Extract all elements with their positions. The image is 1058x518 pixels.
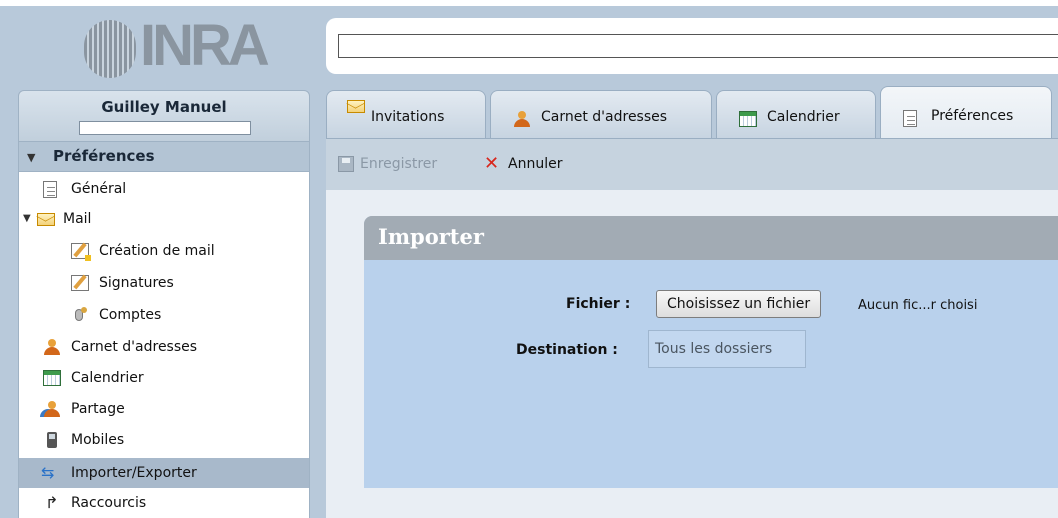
module-tabs: Invitations Carnet d'adresses Calendrier… (322, 86, 1058, 138)
cancel-button[interactable]: ✕ Annuler (484, 153, 584, 175)
sidebar-item-label: Général (71, 181, 127, 197)
sidebar-item-label: Partage (71, 401, 125, 417)
tab-label: Carnet d'adresses (541, 109, 668, 125)
tab-label: Préférences (931, 108, 1014, 124)
sidebar-item-mail[interactable]: ▼ Mail (19, 204, 309, 234)
sidebar-item-label: Mail (63, 211, 92, 227)
sidebar-item-compose[interactable]: Création de mail (19, 236, 309, 266)
tab-label: Calendrier (767, 109, 840, 125)
tab-address-book[interactable]: Carnet d'adresses (490, 90, 712, 138)
mail-icon (37, 213, 55, 226)
sidebar-item-label: Comptes (99, 307, 162, 323)
collapse-triangle-icon[interactable]: ▼ (27, 151, 35, 164)
import-panel-header: Importer (364, 216, 1058, 260)
document-icon (903, 110, 917, 127)
save-label: Enregistrer (360, 156, 438, 172)
sidebar-item-share[interactable]: Partage (19, 394, 309, 424)
sidebar-item-accounts[interactable]: Comptes (19, 300, 309, 330)
toolbar: Enregistrer ✕ Annuler (326, 138, 1058, 190)
logo-text: INRA (140, 13, 270, 78)
sidebar-item-shortcuts[interactable]: ↱ Raccourcis (19, 488, 309, 518)
import-panel: Importer Fichier : Choisissez un fichier… (364, 216, 1058, 488)
tab-label: Invitations (371, 109, 445, 125)
address-book-icon (43, 339, 61, 355)
document-icon (43, 181, 57, 198)
sidebar-item-address-book[interactable]: Carnet d'adresses (19, 332, 309, 362)
sidebar-item-mobiles[interactable]: Mobiles (19, 425, 309, 455)
logo-area: INRA (18, 6, 310, 86)
tab-preferences[interactable]: Préférences (880, 86, 1052, 138)
calendar-icon (739, 111, 757, 127)
sidebar-item-label: Création de mail (99, 243, 215, 259)
sidebar-item-general[interactable]: Général (19, 174, 309, 204)
sidebar-item-signatures[interactable]: Signatures (19, 268, 309, 298)
share-icon (41, 401, 60, 417)
accounts-icon (71, 307, 89, 323)
address-book-icon (513, 111, 531, 127)
file-status-text: Aucun fic...r choisi (858, 298, 978, 313)
sidebar-item-label: Mobiles (71, 432, 125, 448)
sidebar-item-label: Signatures (99, 275, 174, 291)
sidebar-section-header[interactable]: ▼ Préférences (19, 142, 309, 172)
destination-label: Destination : (516, 342, 618, 358)
choose-file-button[interactable]: Choisissez un fichier (656, 290, 822, 318)
import-panel-title: Importer (378, 224, 484, 249)
save-button[interactable]: Enregistrer (338, 153, 468, 175)
tab-calendar[interactable]: Calendrier (716, 90, 876, 138)
sidebar-item-calendar[interactable]: Calendrier (19, 363, 309, 393)
cancel-icon: ✕ (484, 153, 500, 174)
sidebar-item-label: Carnet d'adresses (71, 339, 198, 355)
inra-logo: INRA (84, 13, 270, 80)
search-input[interactable] (338, 34, 1058, 58)
sidebar-item-label: Importer/Exporter (71, 465, 197, 481)
main-content: Importer Fichier : Choisissez un fichier… (326, 190, 1058, 518)
expand-triangle-icon[interactable]: ▼ (23, 204, 31, 234)
mobile-icon (47, 432, 57, 448)
save-icon (338, 156, 354, 172)
sidebar-item-label: Raccourcis (71, 495, 147, 511)
user-name: Guilley Manuel (101, 98, 227, 116)
app-window: INRA Guilley Manuel ▼ Préférences Généra… (0, 0, 1058, 518)
user-box: Guilley Manuel (18, 90, 310, 142)
import-export-icon: ⇆ (41, 463, 55, 482)
cancel-label: Annuler (508, 156, 563, 172)
signature-icon (71, 275, 89, 291)
sidebar: ▼ Préférences Général ▼ Mail Création de… (18, 142, 310, 518)
sidebar-item-label: Calendrier (71, 370, 144, 386)
calendar-icon (43, 370, 61, 386)
sidebar-section-title: Préférences (53, 147, 155, 165)
destination-select[interactable]: Tous les dossiers (648, 330, 806, 368)
compose-icon (71, 243, 91, 261)
shortcut-icon: ↱ (45, 493, 59, 512)
logo-mark (84, 20, 136, 78)
mail-icon (347, 100, 365, 113)
sidebar-item-import-export[interactable]: ⇆ Importer/Exporter (19, 458, 309, 488)
search-area (326, 18, 1058, 74)
user-status-field[interactable] (79, 121, 251, 135)
file-label: Fichier : (566, 296, 631, 312)
tab-invitations[interactable]: Invitations (326, 90, 486, 138)
